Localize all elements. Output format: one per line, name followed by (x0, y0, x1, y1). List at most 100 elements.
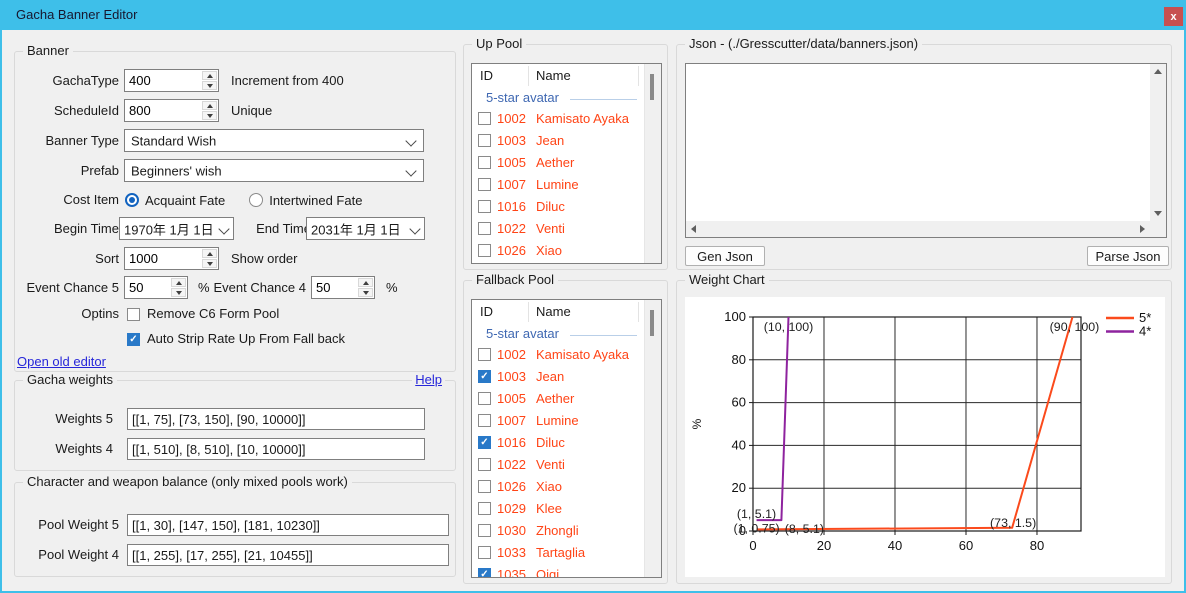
row-checkbox[interactable]: ✓ (478, 370, 491, 383)
remove-c6-checkbox[interactable] (127, 308, 140, 321)
pool-col-header-name[interactable]: Name (536, 68, 571, 83)
scroll-down-icon[interactable] (1154, 211, 1162, 216)
row-checkbox[interactable] (478, 348, 491, 361)
pool-row[interactable]: 1003Jean (472, 130, 645, 152)
pool-weight-4-input[interactable] (127, 544, 449, 566)
pool-row[interactable]: 1005Aether (472, 152, 645, 174)
scroll-right-icon[interactable] (1140, 225, 1145, 233)
spinner-up-button[interactable] (202, 101, 217, 110)
row-checkbox[interactable] (478, 480, 491, 493)
spinner-up-button[interactable] (171, 278, 186, 287)
pool-row[interactable]: 1030Zhongli (472, 520, 645, 542)
fallback-pool-scrollbar[interactable] (644, 300, 661, 577)
sort-input[interactable] (125, 248, 205, 269)
chart-annotation: (10, 100) (764, 320, 814, 334)
json-vscrollbar[interactable] (1150, 64, 1166, 221)
scroll-left-icon[interactable] (691, 225, 696, 233)
close-button[interactable]: x (1164, 7, 1183, 26)
event-chance-5-input[interactable] (125, 277, 174, 298)
radio-acquaint-fate-label[interactable]: Acquaint Fate (145, 193, 225, 208)
banner-type-select[interactable]: Standard Wish (124, 129, 424, 152)
end-time-picker[interactable]: 2031年 1月 1日 (306, 217, 425, 240)
row-checkbox[interactable] (478, 222, 491, 235)
pool-row[interactable]: 1026Xiao (472, 240, 645, 262)
spinner-down-button[interactable] (202, 111, 217, 120)
title-bar[interactable]: Gacha Banner Editor x (0, 0, 1186, 30)
gacha-type-stepper[interactable] (124, 69, 219, 92)
begin-time-picker[interactable]: 1970年 1月 1日 (119, 217, 234, 240)
event-chance-4-stepper[interactable] (311, 276, 375, 299)
row-checkbox[interactable] (478, 502, 491, 515)
pool-row[interactable]: 1007Lumine (472, 410, 645, 432)
parse-json-button[interactable]: Parse Json (1087, 246, 1169, 266)
gacha-type-input[interactable] (125, 70, 205, 91)
radio-acquaint-fate[interactable] (125, 193, 139, 207)
pool-col-header-id[interactable]: ID (480, 304, 493, 319)
pool-row[interactable]: 1007Lumine (472, 174, 645, 196)
auto-strip-label[interactable]: Auto Strip Rate Up From Fall back (147, 330, 345, 348)
sort-stepper[interactable] (124, 247, 219, 270)
spinner-down-button[interactable] (358, 288, 373, 297)
row-name: Zhongli (536, 523, 579, 538)
pool-row[interactable]: 1033Tartaglia (472, 542, 645, 564)
scroll-up-icon[interactable] (1154, 69, 1162, 74)
json-textarea[interactable] (686, 64, 1150, 221)
spinner-up-button[interactable] (202, 249, 217, 258)
fallback-pool-list[interactable]: IDName5-star avatar1002Kamisato Ayaka✓10… (471, 299, 662, 578)
row-checkbox[interactable] (478, 414, 491, 427)
schedule-id-input[interactable] (125, 100, 205, 121)
help-link[interactable]: Help (412, 372, 445, 387)
row-checkbox[interactable] (478, 178, 491, 191)
row-checkbox[interactable] (478, 200, 491, 213)
row-checkbox[interactable] (478, 392, 491, 405)
json-hscrollbar[interactable] (686, 221, 1150, 237)
pool-row[interactable]: 1005Aether (472, 388, 645, 410)
row-checkbox[interactable] (478, 244, 491, 257)
spinner-down-button[interactable] (202, 259, 217, 268)
spinner-down-button[interactable] (171, 288, 186, 297)
radio-intertwined-fate-label[interactable]: Intertwined Fate (269, 193, 362, 208)
pool-col-header-id[interactable]: ID (480, 68, 493, 83)
prefab-select[interactable]: Beginners' wish (124, 159, 424, 182)
pool-row[interactable]: 1026Xiao (472, 476, 645, 498)
schedule-id-stepper[interactable] (124, 99, 219, 122)
pool-col-header-name[interactable]: Name (536, 304, 571, 319)
spinner-down-button[interactable] (202, 81, 217, 90)
row-checkbox[interactable]: ✓ (478, 568, 491, 577)
up-pool-scrollbar[interactable] (644, 64, 661, 263)
pool-weight-5-input[interactable] (127, 514, 449, 536)
row-checkbox[interactable] (478, 156, 491, 169)
row-checkbox[interactable] (478, 524, 491, 537)
auto-strip-checkbox[interactable]: ✓ (127, 333, 140, 346)
pool-row[interactable]: 1022Venti (472, 454, 645, 476)
chevron-down-icon (405, 135, 416, 146)
row-checkbox[interactable] (478, 546, 491, 559)
gen-json-button[interactable]: Gen Json (685, 246, 765, 266)
pool-row[interactable]: 1029Klee (472, 498, 645, 520)
pool-row[interactable]: 1022Venti (472, 218, 645, 240)
event-chance-5-stepper[interactable] (124, 276, 188, 299)
y-tick-label: 80 (732, 352, 746, 367)
spinner-up-button[interactable] (202, 71, 217, 80)
row-checkbox[interactable] (478, 134, 491, 147)
pool-row[interactable]: ✓1003Jean (472, 366, 645, 388)
row-checkbox[interactable] (478, 112, 491, 125)
pool-row[interactable]: ✓1016Diluc (472, 432, 645, 454)
open-old-editor-link[interactable]: Open old editor (17, 354, 106, 369)
weight-chart-group-title: Weight Chart (685, 272, 769, 287)
weights-5-input[interactable] (127, 408, 425, 430)
pool-row[interactable]: 1016Diluc (472, 196, 645, 218)
scrollbar-thumb[interactable] (650, 74, 654, 100)
pool-row[interactable]: 1002Kamisato Ayaka (472, 344, 645, 366)
event-chance-4-input[interactable] (312, 277, 361, 298)
row-checkbox[interactable]: ✓ (478, 436, 491, 449)
up-pool-list[interactable]: IDName5-star avatar1002Kamisato Ayaka100… (471, 63, 662, 264)
pool-row[interactable]: ✓1035Qiqi (472, 564, 645, 577)
remove-c6-label[interactable]: Remove C6 Form Pool (147, 305, 279, 323)
spinner-up-button[interactable] (358, 278, 373, 287)
row-checkbox[interactable] (478, 458, 491, 471)
scrollbar-thumb[interactable] (650, 310, 654, 336)
radio-intertwined-fate[interactable] (249, 193, 263, 207)
weights-4-input[interactable] (127, 438, 425, 460)
pool-row[interactable]: 1002Kamisato Ayaka (472, 108, 645, 130)
